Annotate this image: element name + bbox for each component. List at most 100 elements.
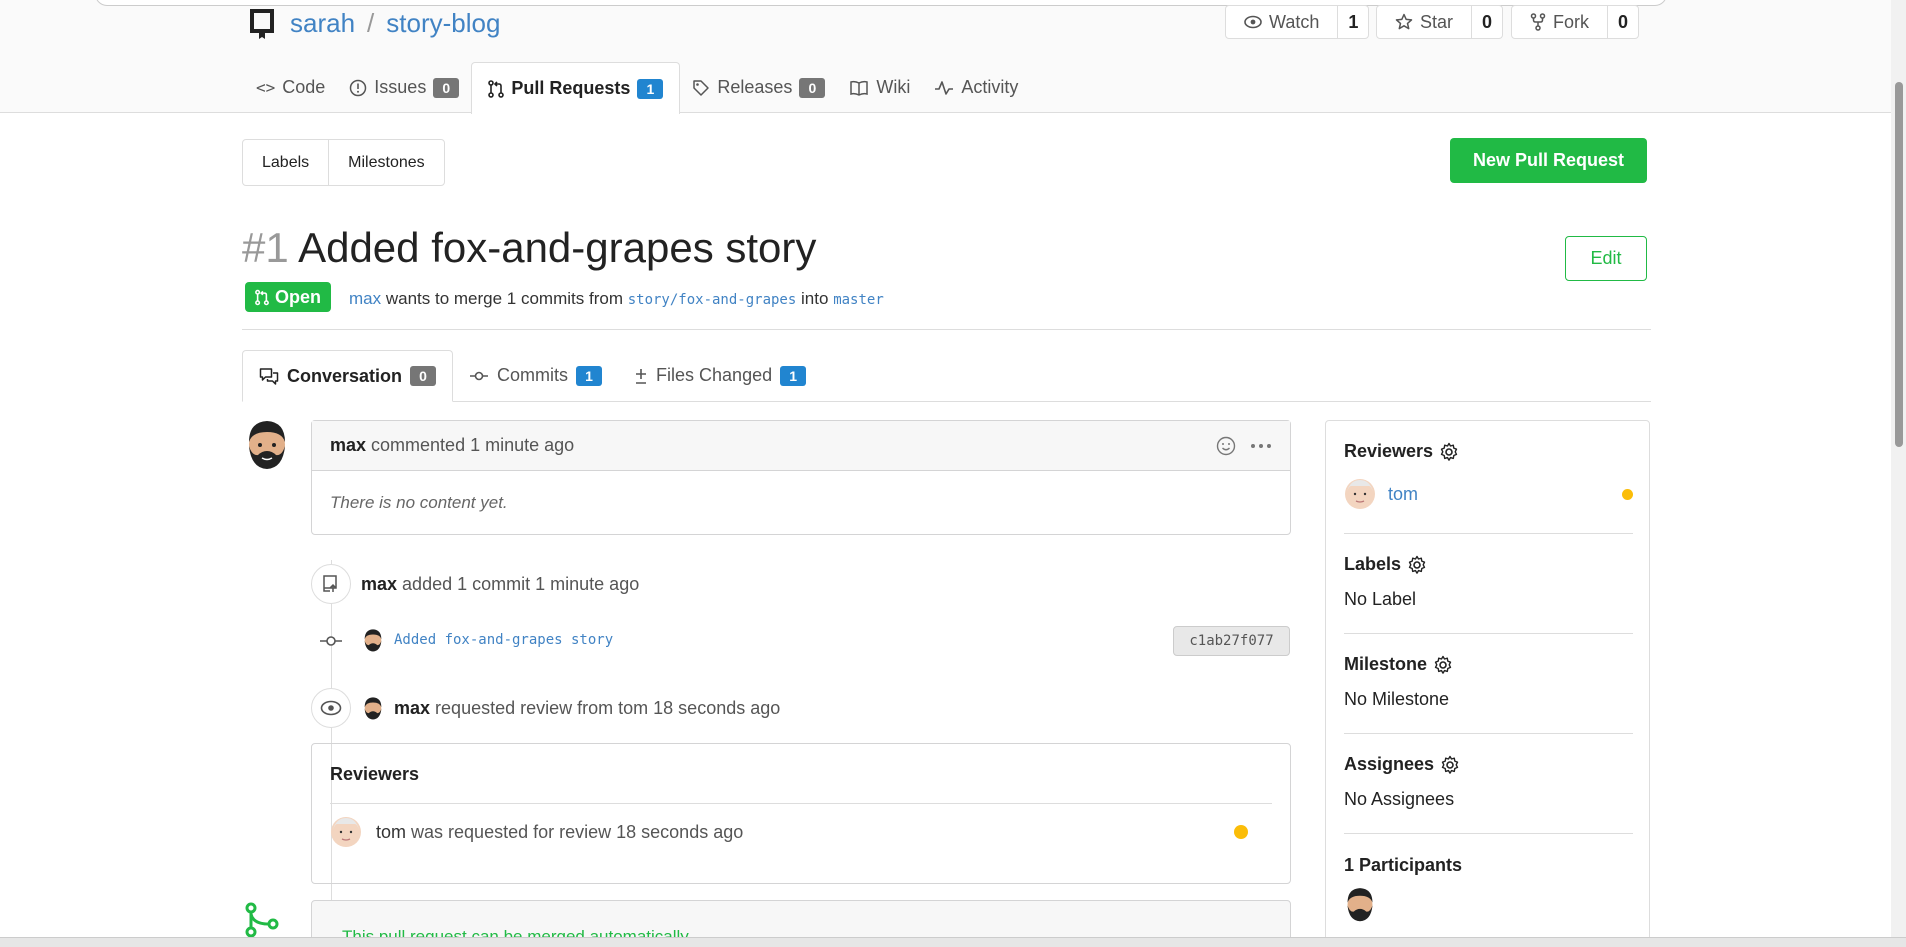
sidebar-assignees: Assignees No Assignees [1344, 754, 1633, 810]
tab-commits[interactable]: Commits 1 [453, 350, 618, 401]
sidebar-labels: Labels No Label [1344, 554, 1633, 610]
pr-meta: max wants to merge 1 commits from story/… [349, 289, 884, 309]
participants-title: 1 Participants [1344, 855, 1463, 875]
tab-code-label: Code [282, 77, 326, 97]
avatar-max-small [364, 629, 382, 652]
star-label: Star [1420, 11, 1454, 32]
tab-activity-label: Activity [961, 77, 1019, 97]
eye-icon [320, 700, 342, 716]
reviewer-status-time: 18 seconds ago [616, 821, 744, 842]
assignees-value: No Assignees [1344, 789, 1455, 809]
push-time: 1 minute ago [535, 574, 640, 594]
base-branch-link[interactable]: master [833, 292, 884, 308]
reviewer-name[interactable]: tom [376, 822, 406, 843]
breadcrumb-separator: / [367, 7, 375, 38]
repo-name-link[interactable]: story-blog [386, 8, 500, 39]
sidebar-divider [1344, 733, 1633, 734]
star-icon [1395, 13, 1413, 30]
head-branch-link[interactable]: story/fox-and-grapes [628, 292, 797, 308]
comment-body: There is no content yet. [330, 493, 508, 512]
comment-author[interactable]: max [330, 435, 366, 456]
tab-activity[interactable]: Activity [922, 62, 1030, 113]
push-event-icon [311, 564, 351, 604]
star-button-group[interactable]: Star 0 [1376, 5, 1504, 39]
repo-push-icon [323, 575, 337, 592]
comment-header: max commented 1 minute ago [312, 421, 1290, 471]
tab-pull-requests-label: Pull Requests [511, 78, 631, 98]
watch-count[interactable]: 1 [1338, 6, 1368, 38]
reviewers-box-title: Reviewers [330, 764, 1272, 804]
reviewers-title: Reviewers [1344, 441, 1434, 461]
sidebar-milestone: Milestone No Milestone [1344, 654, 1633, 710]
watch-button-group[interactable]: Watch 1 [1225, 5, 1370, 39]
labels-button[interactable]: Labels [243, 140, 328, 185]
commit-sha-button[interactable]: c1ab27f077 [1173, 626, 1290, 656]
sidebar-reviewer-name[interactable]: tom [1388, 484, 1418, 505]
user-avatar-max [249, 421, 285, 469]
milestones-button[interactable]: Milestones [328, 140, 443, 185]
avatar-tom [1345, 479, 1375, 509]
comment: max commented 1 minute ago There is no c… [311, 420, 1291, 535]
tab-code[interactable]: <> Code [244, 62, 337, 113]
milestone-value: No Milestone [1344, 689, 1450, 709]
tab-wiki[interactable]: Wiki [837, 62, 922, 113]
review-request-time: 18 seconds ago [653, 697, 781, 718]
edit-button[interactable]: Edit [1565, 236, 1647, 281]
fork-count[interactable]: 0 [1608, 6, 1638, 38]
avatar[interactable] [244, 418, 290, 470]
labels-value: No Label [1344, 589, 1417, 609]
issue-icon [350, 79, 367, 96]
commit-message-link[interactable]: Added fox-and-grapes story [394, 632, 613, 648]
repo-owner-link[interactable]: sarah [290, 8, 355, 39]
participant-avatar-max[interactable] [1344, 886, 1376, 922]
star-button[interactable]: Star [1377, 6, 1473, 38]
fork-button-group[interactable]: Fork 0 [1511, 5, 1640, 39]
more-options-icon[interactable] [1250, 443, 1272, 449]
comment-verb: commented [371, 435, 466, 455]
tab-pull-requests[interactable]: Pull Requests 1 [471, 62, 681, 114]
avatar-max-small [364, 697, 382, 720]
scrollbar-thumb[interactable] [1895, 82, 1903, 447]
issues-count-badge: 0 [433, 77, 460, 98]
repo-icon [250, 9, 274, 39]
gear-icon[interactable] [1407, 555, 1427, 575]
pull-requests-count-badge: 1 [637, 78, 664, 99]
reviewer-row: tom was requested for review 18 seconds … [330, 816, 1272, 848]
tab-releases[interactable]: Releases 0 [680, 62, 837, 113]
gear-icon[interactable] [1439, 442, 1459, 462]
merge-icon [245, 902, 279, 938]
star-count[interactable]: 0 [1472, 6, 1502, 38]
pending-review-dot [1622, 488, 1633, 500]
new-pull-request-button[interactable]: New Pull Request [1450, 138, 1647, 183]
divider [242, 329, 1651, 330]
code-icon: <> [256, 78, 276, 97]
smiley-icon[interactable] [1216, 436, 1236, 456]
tab-releases-label: Releases [717, 77, 793, 97]
push-event: max added 1 commit 1 minute ago [361, 574, 639, 595]
pr-title: #1 Added fox-and-grapes story [242, 224, 816, 272]
push-author[interactable]: max [361, 574, 397, 595]
vertical-scrollbar[interactable] [1891, 0, 1906, 947]
comment-discussion-icon [259, 368, 279, 385]
milestone-title: Milestone [1344, 654, 1428, 674]
pr-author-link[interactable]: max [349, 289, 381, 308]
review-request-author[interactable]: max [394, 698, 430, 719]
pending-review-dot [1234, 825, 1248, 839]
conversation-count-badge: 0 [410, 366, 437, 386]
eye-icon [1244, 15, 1262, 29]
pr-title-text: Added fox-and-grapes story [298, 224, 817, 271]
tab-conversation[interactable]: Conversation 0 [242, 350, 454, 402]
watch-button[interactable]: Watch [1226, 6, 1339, 38]
fork-button[interactable]: Fork [1512, 6, 1608, 38]
sidebar-divider [1344, 833, 1633, 834]
sidebar-divider [1344, 633, 1633, 634]
review-event-icon [311, 688, 351, 728]
tab-files-changed[interactable]: Files Changed 1 [618, 350, 822, 401]
tab-issues[interactable]: Issues 0 [337, 62, 471, 113]
page: sarah / story-blog Watch 1 Star 0 Fork 0 [0, 0, 1906, 947]
gear-icon[interactable] [1433, 655, 1453, 675]
reviewers-box: Reviewers tom was requested for review 1… [311, 743, 1291, 884]
review-request-text: requested review from tom [435, 697, 649, 718]
gear-icon[interactable] [1440, 755, 1460, 775]
comment-actions [1216, 436, 1272, 456]
